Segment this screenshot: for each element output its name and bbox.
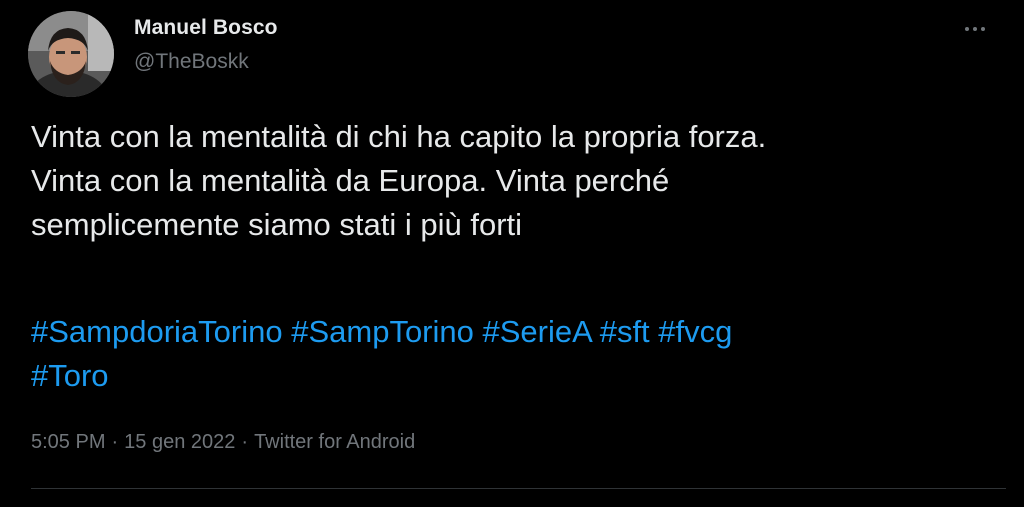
tweet-text-line: semplicemente siamo stati i più forti	[31, 207, 523, 242]
meta-separator: ·	[241, 431, 249, 453]
tweet-text-line: Vinta con la mentalità da Europa. Vinta …	[31, 163, 670, 198]
meta-separator: ·	[111, 431, 119, 453]
hashtag-list: #SampdoriaTorino #SampTorino #SerieA #sf…	[31, 310, 1006, 398]
tweet-text-line: Vinta con la mentalità di chi ha capito …	[31, 119, 767, 154]
more-horizontal-icon-dot	[981, 27, 985, 31]
avatar[interactable]	[28, 11, 114, 97]
hashtag-link[interactable]: #SampdoriaTorino	[31, 314, 283, 349]
tweet-card: Manuel Bosco @TheBoskk Vinta con la ment…	[0, 0, 1024, 507]
author-handle[interactable]: @TheBoskk	[134, 50, 249, 74]
author-name[interactable]: Manuel Bosco	[134, 16, 278, 40]
avatar-image	[28, 11, 114, 97]
tweet-time[interactable]: 5:05 PM	[31, 431, 105, 453]
hashtag-link[interactable]: #Toro	[31, 358, 109, 393]
tweet-date[interactable]: 15 gen 2022	[124, 431, 235, 453]
more-horizontal-icon	[965, 27, 969, 31]
tweet-text: Vinta con la mentalità di chi ha capito …	[31, 115, 1006, 247]
divider	[31, 488, 1006, 489]
tweet-meta: 5:05 PM · 15 gen 2022 · Twitter for Android	[31, 431, 415, 454]
hashtag-link[interactable]: #SerieA	[483, 314, 592, 349]
hashtag-link[interactable]: #fvcg	[658, 314, 732, 349]
hashtag-link[interactable]: #sft	[600, 314, 650, 349]
tweet-source[interactable]: Twitter for Android	[254, 431, 415, 453]
hashtag-link[interactable]: #SampTorino	[291, 314, 474, 349]
more-horizontal-icon-dot	[973, 27, 977, 31]
more-options-button[interactable]	[958, 14, 992, 44]
